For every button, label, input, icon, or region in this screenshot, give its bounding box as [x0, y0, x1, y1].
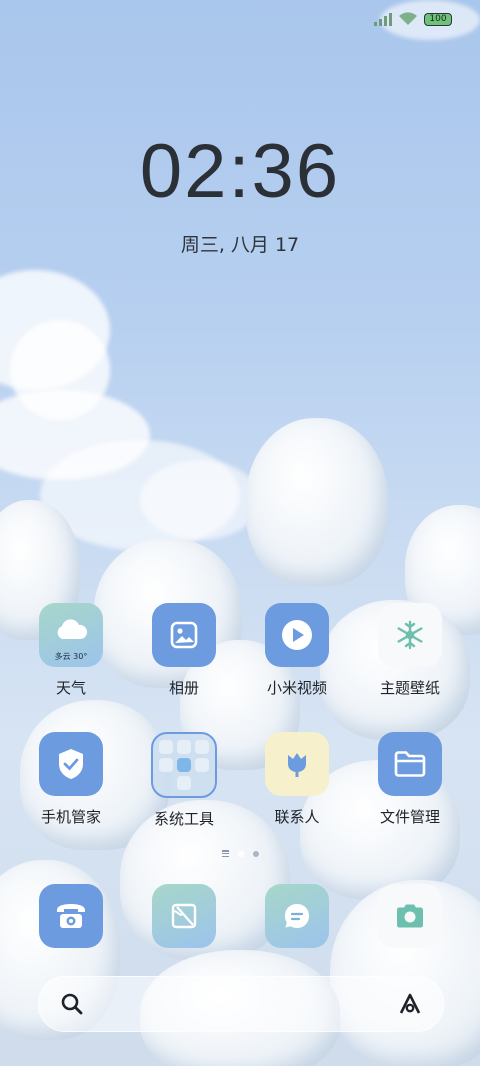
weather-cloud-icon: 多云 30° [39, 603, 103, 667]
app-label: 系统工具 [153, 810, 214, 828]
lock-clock-time[interactable]: 02:36 [0, 128, 480, 215]
app-contacts[interactable]: 联系人 [247, 732, 347, 827]
search-bar[interactable] [38, 976, 444, 1032]
battery-indicator: 100 [424, 12, 452, 26]
camera-icon [378, 884, 442, 948]
app-label: 联系人 [274, 808, 320, 826]
folder-icon [378, 732, 442, 796]
app-gallery[interactable]: 相册 [134, 603, 234, 698]
tulip-icon [265, 732, 329, 796]
status-bar: 100 [374, 12, 452, 26]
shield-check-icon [39, 732, 103, 796]
app-label: 文件管理 [379, 808, 440, 826]
weather-widget-text: 多云 30° [54, 652, 88, 661]
dock-messages[interactable] [247, 884, 347, 948]
video-play-icon [265, 603, 329, 667]
app-label: 天气 [55, 679, 86, 697]
dock-phone[interactable] [21, 884, 121, 948]
gallery-icon [152, 603, 216, 667]
app-weather[interactable]: 多云 30° 天气 [21, 603, 121, 698]
assistant-icon[interactable] [397, 991, 423, 1017]
menu-lines-icon [221, 850, 229, 857]
lock-clock-date: 周三, 八月 17 [180, 234, 300, 256]
dock-camera[interactable] [360, 884, 460, 948]
app-mi-video[interactable]: 小米视频 [247, 603, 347, 698]
app-label: 手机管家 [40, 808, 101, 826]
dock-notes[interactable] [134, 884, 234, 948]
message-icon [265, 884, 329, 948]
phone-icon [39, 884, 103, 948]
page-dot-active [237, 850, 244, 857]
search-icon[interactable] [59, 991, 85, 1017]
snowflake-icon [378, 603, 442, 667]
app-themes[interactable]: 主题壁纸 [360, 603, 460, 698]
app-security[interactable]: 手机管家 [21, 732, 121, 827]
page-dot [252, 850, 259, 857]
folder-system-tools[interactable]: 系统工具 [134, 732, 234, 829]
app-file-manager[interactable]: 文件管理 [360, 732, 460, 827]
cellular-signal-icon [374, 12, 392, 26]
wifi-icon [399, 12, 417, 25]
folder-grid-icon [151, 732, 217, 798]
app-label: 小米视频 [266, 679, 327, 697]
page-indicator[interactable] [0, 850, 480, 857]
app-label: 相册 [168, 679, 199, 697]
app-label: 主题壁纸 [379, 679, 440, 697]
notes-icon [152, 884, 216, 948]
